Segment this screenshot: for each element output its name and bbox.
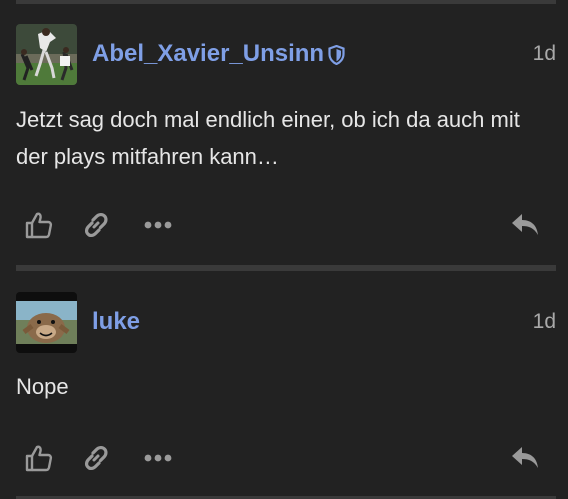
username[interactable]: luke [92,308,140,336]
more-icon[interactable] [140,440,176,476]
like-icon[interactable] [21,440,57,476]
post-date[interactable]: 1d [533,310,556,334]
topic-thread: Abel_Xavier_Unsinn 1d Jetzt sag doch mal… [0,0,568,499]
post-body: Nope [16,374,69,399]
avatar[interactable] [16,292,77,353]
reply-icon[interactable] [507,440,543,476]
post-luke: luke 1d Nope [0,0,568,499]
link-icon[interactable] [78,440,114,476]
